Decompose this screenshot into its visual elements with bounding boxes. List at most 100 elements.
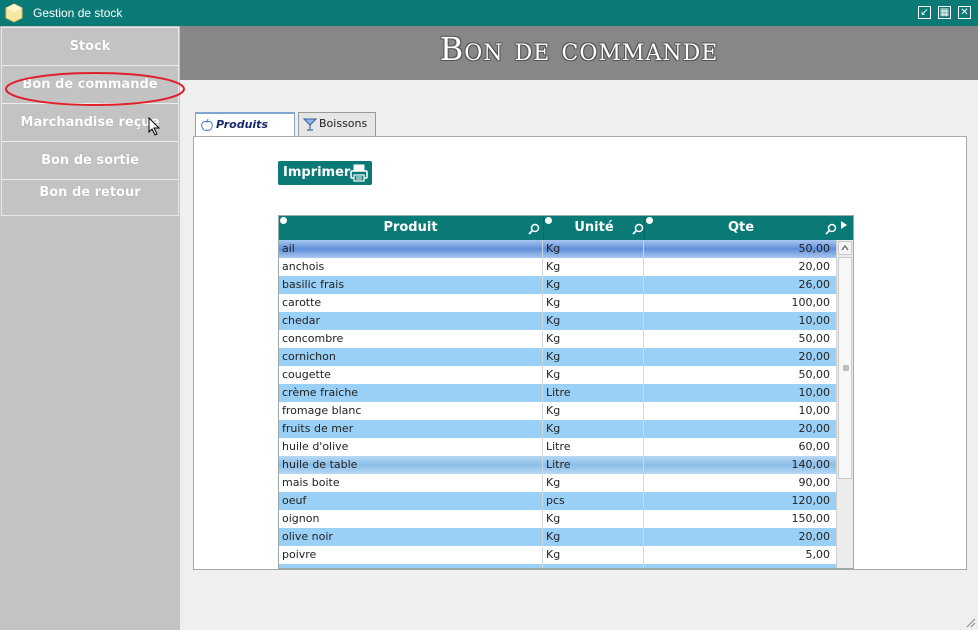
sidebar-item-bon-de-retour[interactable]: Bon de retour	[2, 174, 178, 212]
table-row[interactable]: poivre Kg 5,00	[279, 546, 836, 564]
maximize-icon[interactable]: ▦	[938, 6, 951, 19]
search-icon[interactable]	[632, 223, 644, 235]
title-bar: Gestion de stock ↙ ▦ ✕	[0, 0, 978, 26]
cell-qte: 150,00	[643, 510, 836, 528]
mouse-cursor-icon	[148, 117, 161, 136]
column-chooser-icon[interactable]	[839, 220, 849, 230]
table-row[interactable]: ail Kg 50,00	[279, 240, 836, 258]
cell-produit: mais boite	[282, 476, 340, 489]
column-header-label: Produit	[383, 220, 438, 235]
cell-produit: oignon	[282, 512, 320, 525]
cell-unite: Kg	[542, 528, 643, 546]
apple-icon	[201, 118, 213, 131]
cell-produit: cornichon	[282, 350, 336, 363]
cell-produit: olive noir	[282, 530, 333, 543]
cell-qte: 100,00	[643, 294, 836, 312]
column-sort-icon[interactable]	[280, 217, 287, 224]
sidebar: Stock Bon de commande Marchandise reçue …	[0, 26, 185, 630]
column-header-label: Qte	[727, 220, 755, 235]
cell-unite: Kg	[542, 546, 643, 564]
cell-qte: 10,00	[643, 402, 836, 420]
tab-label: Boissons	[319, 117, 368, 130]
cell-qte: 50,00	[643, 366, 836, 384]
cell-produit	[279, 564, 542, 568]
cell-produit: chedar	[282, 314, 321, 327]
restore-icon[interactable]: ↙	[918, 6, 931, 19]
resize-grip-icon[interactable]	[966, 618, 976, 628]
table-row[interactable]: basilic frais Kg 26,00	[279, 276, 836, 294]
cell-produit: cougette	[282, 368, 331, 381]
table-row[interactable]: cornichon Kg 20,00	[279, 348, 836, 366]
cell-qte: 20,00	[643, 348, 836, 366]
cell-qte: 140,00	[643, 456, 836, 474]
cell-qte: 90,00	[643, 474, 836, 492]
cell-produit: carotte	[282, 296, 322, 309]
column-header-qte[interactable]: Qte	[644, 216, 837, 240]
column-header-label: Unité	[574, 220, 614, 235]
cell-produit: fruits de mer	[282, 422, 354, 435]
sidebar-item-bon-de-commande[interactable]: Bon de commande	[2, 66, 178, 104]
cube-app-icon	[5, 3, 23, 23]
cell-qte: 20,00	[643, 258, 836, 276]
table-row[interactable]: concombre Kg 50,00	[279, 330, 836, 348]
column-sort-icon[interactable]	[646, 217, 653, 224]
table-row[interactable]: olive noir Kg 20,00	[279, 528, 836, 546]
cell-qte	[643, 564, 836, 568]
search-icon[interactable]	[528, 223, 540, 235]
close-icon[interactable]: ✕	[958, 6, 971, 19]
sidebar-item-stock[interactable]: Stock	[2, 28, 178, 66]
cell-produit: concombre	[282, 332, 344, 345]
cell-produit: poivre	[282, 548, 317, 561]
search-icon[interactable]	[825, 223, 837, 235]
column-sort-icon[interactable]	[545, 217, 552, 224]
cell-unite: Kg	[542, 258, 643, 276]
cocktail-glass-icon	[303, 118, 317, 131]
column-header-produit[interactable]: Produit	[279, 216, 542, 240]
print-button[interactable]: Imprimer	[278, 161, 372, 185]
cell-unite: Kg	[542, 402, 643, 420]
cell-unite: Litre	[542, 456, 643, 474]
table-row[interactable]: carotte Kg 100,00	[279, 294, 836, 312]
table-row[interactable]: fruits de mer Kg 20,00	[279, 420, 836, 438]
table-row[interactable]	[279, 564, 836, 568]
cell-produit: huile d'olive	[282, 440, 349, 453]
cell-unite	[542, 564, 643, 568]
cell-produit: anchois	[282, 260, 325, 273]
tab-boissons[interactable]: Boissons	[298, 112, 376, 136]
table-row[interactable]: fromage blanc Kg 10,00	[279, 402, 836, 420]
cell-unite: pcs	[542, 492, 643, 510]
table-row[interactable]: huile d'olive Litre 60,00	[279, 438, 836, 456]
cell-qte: 60,00	[643, 438, 836, 456]
scroll-thumb[interactable]	[838, 257, 852, 479]
table-row[interactable]: crème fraiche Litre 10,00	[279, 384, 836, 402]
cell-produit: fromage blanc	[282, 404, 362, 417]
table-row[interactable]: mais boite Kg 90,00	[279, 474, 836, 492]
table-row[interactable]: chedar Kg 10,00	[279, 312, 836, 330]
cell-unite: Kg	[542, 294, 643, 312]
cell-qte: 5,00	[643, 546, 836, 564]
table-row[interactable]: oignon Kg 150,00	[279, 510, 836, 528]
table-row[interactable]: oeuf pcs 120,00	[279, 492, 836, 510]
cell-qte: 10,00	[643, 384, 836, 402]
cell-unite: Kg	[542, 312, 643, 330]
tab-produits-frais[interactable]: Produits frais	[195, 112, 295, 153]
vertical-scrollbar[interactable]	[836, 240, 853, 568]
cell-qte: 20,00	[643, 420, 836, 438]
column-header-unite[interactable]: Unité	[543, 216, 644, 240]
table-row[interactable]: huile de table Litre 140,00	[279, 456, 836, 474]
table-row[interactable]: anchois Kg 20,00	[279, 258, 836, 276]
cell-produit: ail	[282, 242, 295, 255]
cell-qte: 20,00	[643, 528, 836, 546]
cell-unite: Kg	[542, 366, 643, 384]
scroll-up-button[interactable]	[838, 241, 852, 255]
cell-unite: Kg	[542, 276, 643, 294]
cell-qte: 26,00	[643, 276, 836, 294]
cell-unite: Kg	[542, 420, 643, 438]
cell-qte: 120,00	[643, 492, 836, 510]
table-body: ail Kg 50,00 anchois Kg 20,00 basilic frais Kg 2…	[279, 240, 836, 568]
window-title: Gestion de stock	[33, 6, 123, 20]
table-row[interactable]: cougette Kg 50,00	[279, 366, 836, 384]
chevron-up-icon	[841, 244, 849, 251]
cell-qte: 50,00	[643, 330, 836, 348]
cell-unite: Kg	[542, 474, 643, 492]
